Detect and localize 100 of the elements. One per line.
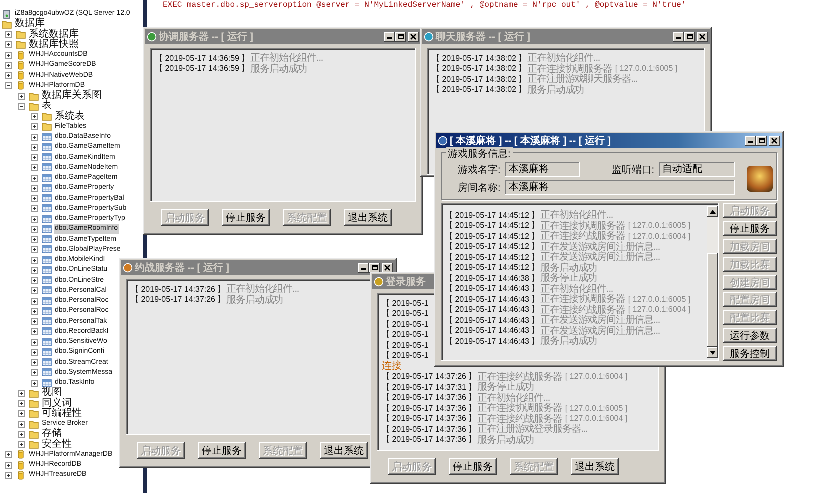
expand-icon[interactable]	[31, 236, 38, 244]
action-button[interactable]: 退出系统	[320, 442, 368, 459]
expand-icon[interactable]	[18, 410, 25, 418]
collapse-icon[interactable]	[18, 102, 25, 110]
expand-icon[interactable]	[5, 462, 12, 469]
action-button[interactable]: 运行参数	[723, 328, 777, 344]
up-arrow-icon[interactable]	[710, 210, 716, 214]
table-icon	[42, 348, 52, 357]
close-button[interactable]	[382, 262, 393, 272]
field-label: 监听端口:	[610, 164, 655, 176]
scrollbar[interactable]	[707, 206, 718, 358]
text-field[interactable]: 本溪麻将	[504, 180, 735, 195]
minimize-button[interactable]	[384, 32, 395, 42]
tree-item[interactable]: 系统表	[54, 112, 86, 122]
log-message: 服务停止成功	[540, 272, 598, 284]
action-button[interactable]: 停止服务	[723, 220, 777, 236]
expand-icon[interactable]	[31, 308, 38, 315]
expand-icon[interactable]	[5, 41, 12, 48]
expand-icon[interactable]	[18, 441, 25, 448]
tree-item[interactable]: 系统数据库	[28, 30, 80, 40]
expand-icon[interactable]	[31, 369, 38, 376]
expand-icon[interactable]	[31, 380, 38, 387]
minimize-button[interactable]	[673, 32, 684, 42]
expand-icon[interactable]	[5, 62, 12, 69]
expand-icon[interactable]	[5, 31, 12, 38]
expand-icon[interactable]	[31, 154, 38, 162]
server-icon	[2, 10, 12, 19]
tree-item[interactable]: 视图	[41, 388, 63, 398]
tree-item[interactable]: 可编程性	[41, 408, 83, 419]
expand-icon[interactable]	[31, 216, 38, 223]
log-timestamp: 【 2019-05-17 14:45:12 】	[445, 210, 540, 221]
expand-icon[interactable]	[5, 451, 12, 458]
log-message: 服务停止成功	[478, 382, 534, 394]
expand-icon[interactable]	[5, 472, 12, 479]
expand-icon[interactable]	[31, 195, 38, 202]
maximize-button[interactable]	[395, 32, 406, 42]
action-button[interactable]: 停止服务	[222, 209, 270, 226]
expand-icon[interactable]	[31, 144, 38, 151]
expand-icon[interactable]	[31, 348, 38, 356]
expand-icon[interactable]	[31, 113, 38, 120]
table-icon	[42, 142, 52, 152]
database-icon	[16, 460, 26, 470]
expand-icon[interactable]	[31, 359, 38, 366]
expand-icon[interactable]	[31, 318, 38, 326]
collapse-icon[interactable]	[5, 82, 12, 90]
log-message: 正在发送游戏房间注册信息...	[540, 252, 660, 264]
log-detail: [ 127.0.0.1:6004 ]	[565, 372, 628, 382]
action-button[interactable]: 退出系统	[571, 458, 619, 475]
minimize-button[interactable]	[745, 136, 756, 146]
tree-item[interactable]: 数据库	[14, 19, 46, 30]
table-icon	[42, 296, 52, 306]
close-button[interactable]	[697, 32, 708, 42]
window-title: 登录服务	[386, 276, 426, 288]
expand-icon[interactable]	[18, 430, 25, 438]
expand-icon[interactable]	[31, 298, 38, 305]
down-arrow-icon[interactable]	[710, 350, 716, 354]
action-button[interactable]: 服务控制	[723, 346, 777, 361]
action-button[interactable]: 停止服务	[198, 442, 246, 459]
maximize-button[interactable]	[756, 136, 767, 146]
expand-icon[interactable]	[18, 390, 25, 397]
expand-icon[interactable]	[31, 266, 38, 274]
tree-item[interactable]: 同义词	[41, 398, 73, 409]
expand-icon[interactable]	[18, 92, 25, 100]
expand-icon[interactable]	[31, 246, 38, 254]
expand-icon[interactable]	[31, 256, 38, 264]
expand-icon[interactable]	[31, 226, 38, 233]
expand-icon[interactable]	[18, 400, 25, 408]
close-button[interactable]	[769, 136, 780, 146]
tree-item[interactable]: 表	[41, 101, 53, 112]
expand-icon[interactable]	[18, 420, 25, 428]
action-button[interactable]: 停止服务	[449, 458, 497, 475]
log-timestamp: 【 2019-05-17 14:36:59 】	[155, 63, 250, 74]
action-button[interactable]: 退出系统	[344, 209, 392, 226]
expand-icon[interactable]	[31, 164, 38, 172]
maximize-button[interactable]	[684, 32, 695, 42]
expand-icon[interactable]	[31, 328, 38, 336]
expand-icon[interactable]	[31, 184, 38, 192]
log-message: 正在连接协调服务器	[540, 220, 626, 232]
expand-icon[interactable]	[31, 277, 38, 284]
minimize-button[interactable]	[358, 262, 369, 272]
log-timestamp: 【 2019-05-17 14:37:36 】	[382, 424, 477, 435]
expand-icon[interactable]	[5, 52, 12, 59]
text-field[interactable]: 本溪麻将	[504, 162, 580, 177]
close-button[interactable]	[408, 32, 419, 42]
tree-item[interactable]: 数据库快照	[28, 40, 80, 50]
log-timestamp: 【 2019-05-17 14:38:02 】	[432, 63, 527, 74]
tree-item[interactable]: 安全性	[41, 440, 73, 450]
tree-item[interactable]: 存储	[41, 429, 63, 440]
expand-icon[interactable]	[31, 287, 38, 294]
maximize-button[interactable]	[369, 262, 380, 272]
log-detail: [ 127.0.0.1:6004 ]	[628, 232, 691, 241]
table-icon	[42, 317, 52, 326]
text-field[interactable]: 自动适配	[658, 162, 735, 177]
expand-icon[interactable]	[31, 123, 38, 130]
expand-icon[interactable]	[5, 72, 12, 80]
database-icon	[16, 60, 26, 70]
expand-icon[interactable]	[31, 205, 38, 212]
expand-icon[interactable]	[31, 174, 38, 182]
expand-icon[interactable]	[31, 134, 38, 141]
expand-icon[interactable]	[31, 338, 38, 346]
